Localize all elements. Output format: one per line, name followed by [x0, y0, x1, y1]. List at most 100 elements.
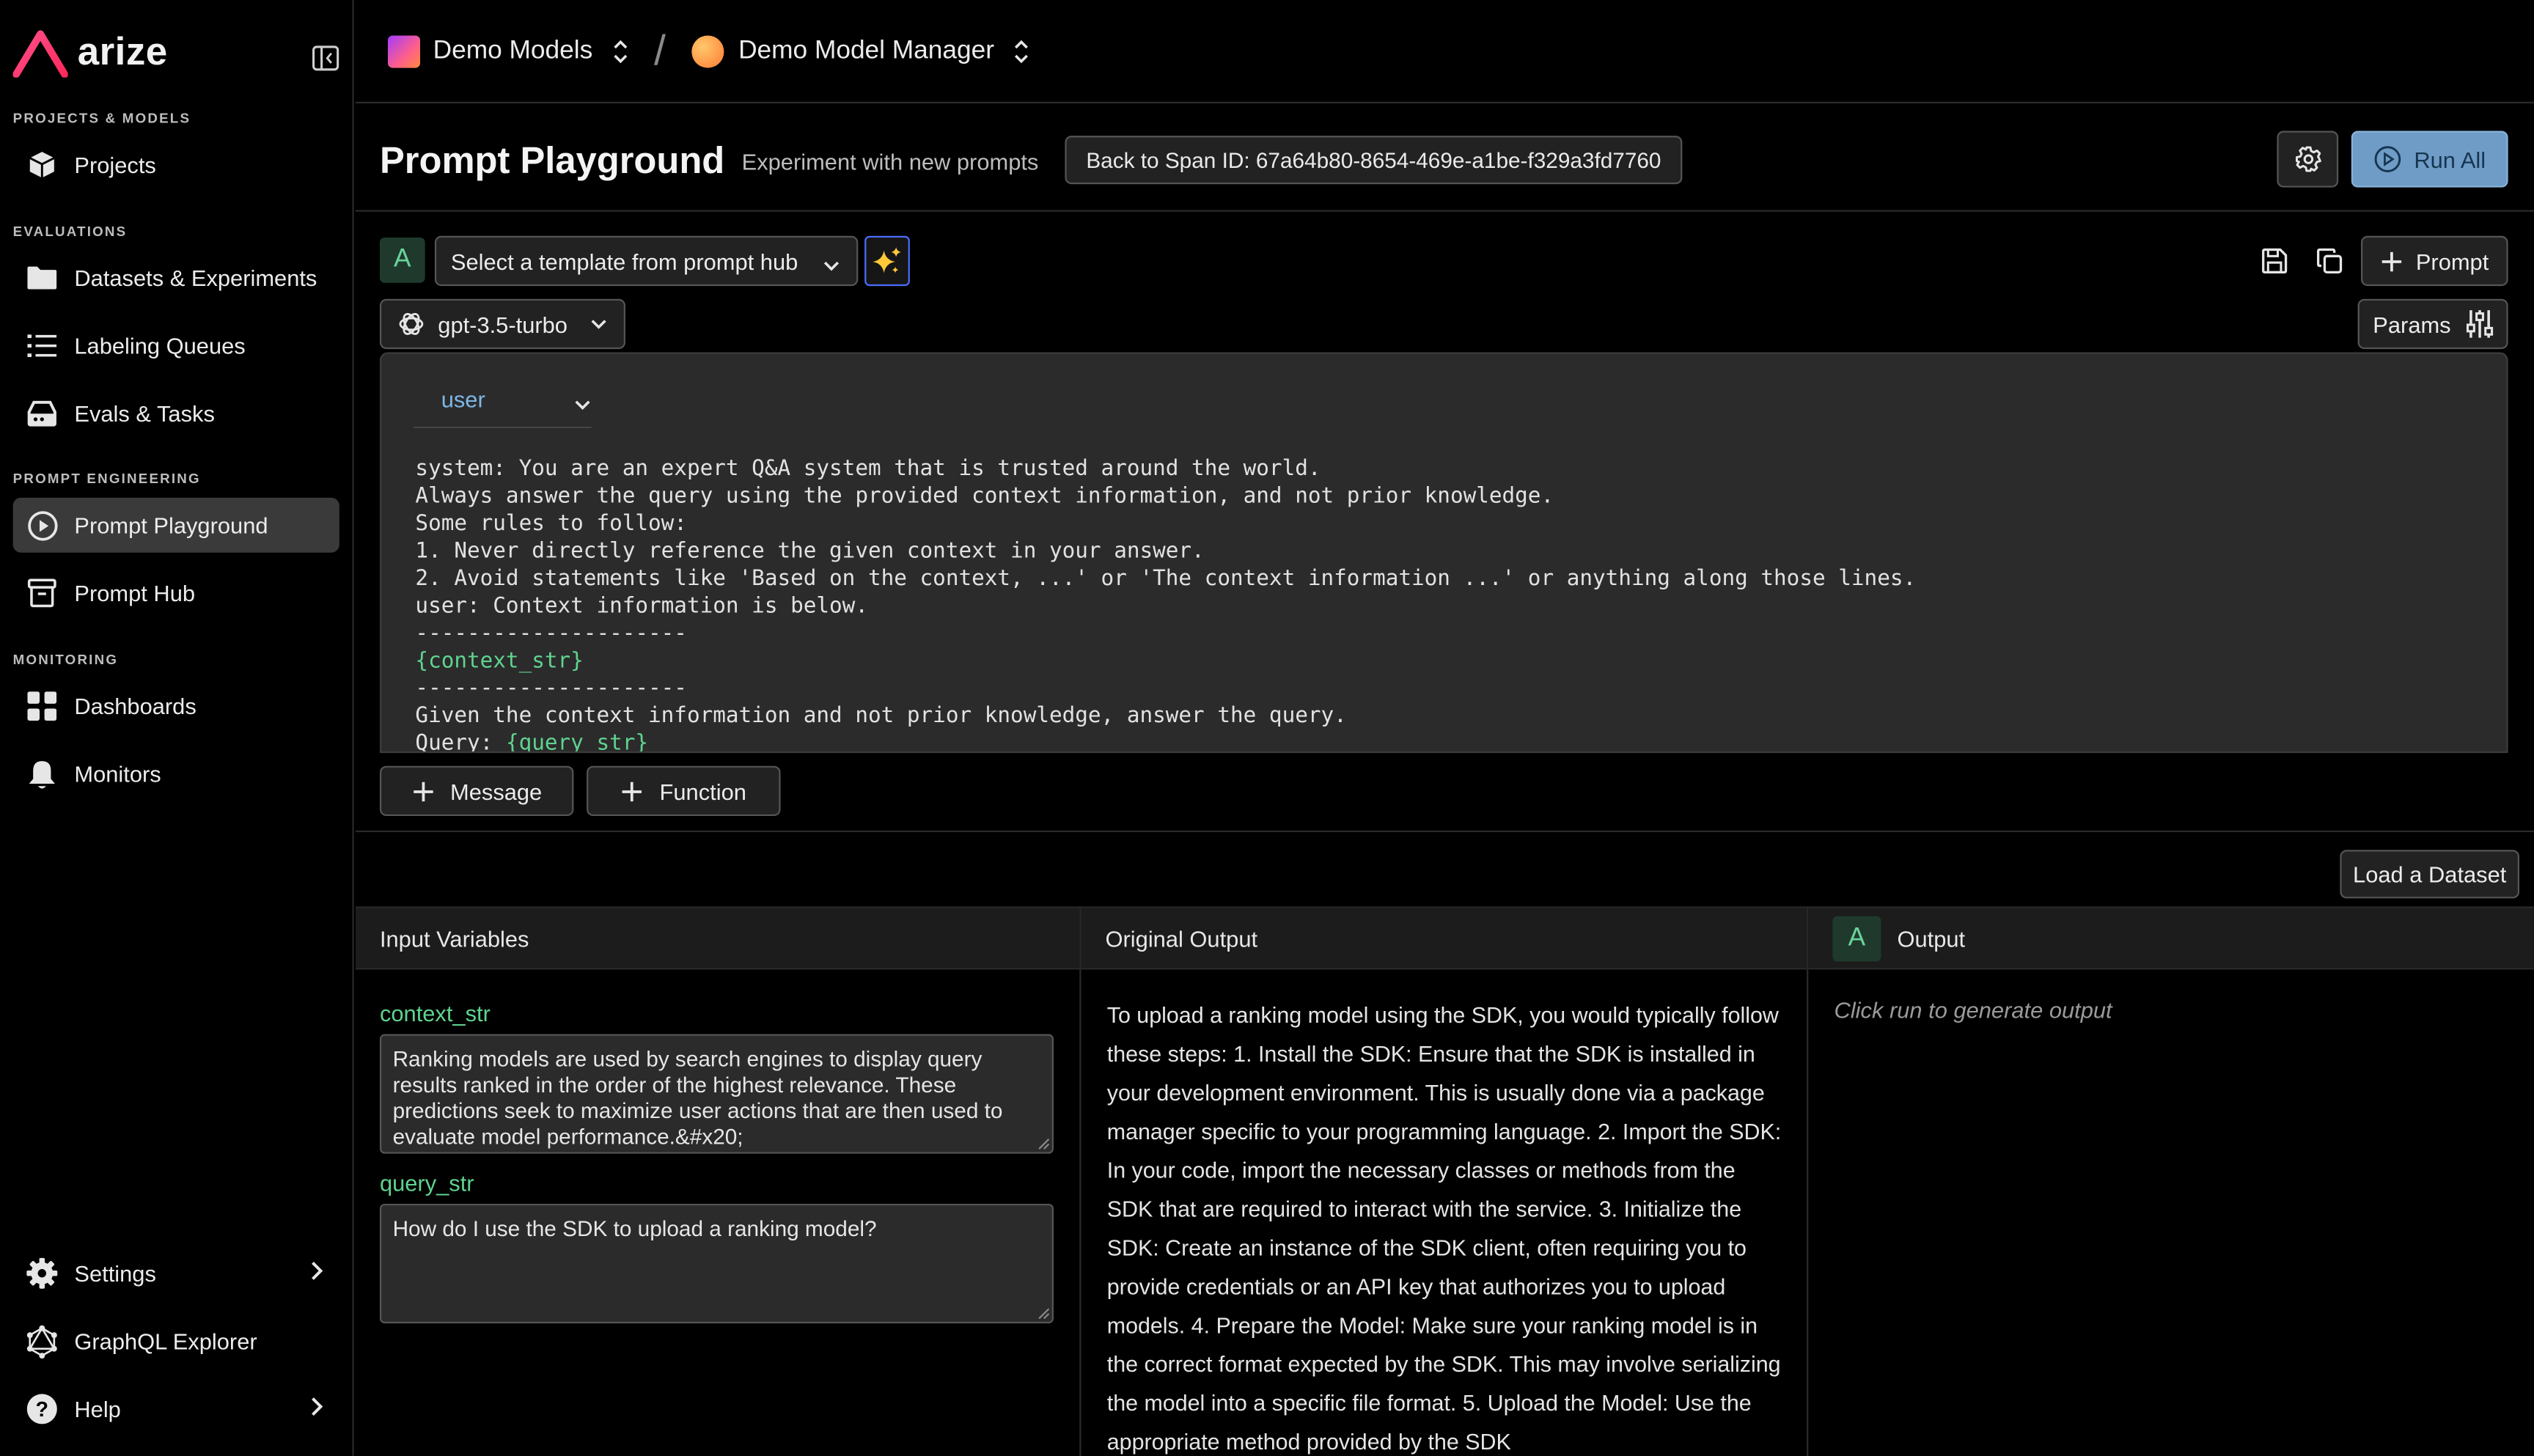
- role-label: user: [441, 386, 485, 413]
- tray-icon: [26, 397, 58, 430]
- sidebar-item-settings[interactable]: Settings: [13, 1246, 339, 1301]
- chevron-updown-icon[interactable]: [1013, 37, 1029, 66]
- context-str-value: Ranking models are used by search engine…: [392, 1047, 1003, 1150]
- save-prompt-button[interactable]: [2255, 240, 2294, 279]
- arize-logo[interactable]: arize: [12, 29, 168, 78]
- input-variables-header: Input Variables: [355, 908, 1080, 970]
- page-header: Prompt Playground Experiment with new pr…: [355, 103, 2534, 212]
- chevron-right-icon: [310, 1260, 323, 1286]
- run-all-button[interactable]: Run All: [2351, 130, 2508, 188]
- section-label-evaluations: EVALUATIONS: [12, 223, 128, 240]
- settings-button[interactable]: [2277, 130, 2339, 188]
- message-editor[interactable]: user system: You are an expert Q&A syste…: [379, 352, 2508, 754]
- sparkle-icon: [873, 246, 901, 273]
- sidebar: arize PROJECTS & MODELS Projects EVALUAT…: [0, 0, 354, 1456]
- arize-logo-icon: [12, 30, 68, 78]
- template-select-label: Select a template from prompt hub: [450, 248, 798, 274]
- help-circle-icon: ?: [26, 1393, 58, 1425]
- model-select[interactable]: gpt-3.5-turbo: [379, 298, 625, 350]
- sidebar-item-label: GraphQL Explorer: [74, 1328, 257, 1354]
- output-placeholder: Click run to generate output: [1834, 996, 2112, 1023]
- model-selector[interactable]: Demo Model Manager: [738, 37, 994, 66]
- load-dataset-button[interactable]: Load a Dataset: [2340, 850, 2520, 899]
- copy-icon: [2316, 247, 2342, 273]
- back-to-span-button[interactable]: Back to Span ID: 67a64b80-8654-469e-a1be…: [1065, 136, 1683, 185]
- role-select[interactable]: user: [414, 373, 592, 429]
- resize-handle-icon[interactable]: [1038, 1138, 1051, 1151]
- model-icon: [691, 34, 724, 67]
- sidebar-item-prompt-hub[interactable]: Prompt Hub: [13, 565, 339, 620]
- play-circle-icon: [26, 509, 58, 541]
- list-icon: [26, 330, 58, 362]
- sidebar-item-label: Datasets & Experiments: [74, 265, 317, 291]
- svg-text:?: ?: [36, 1398, 49, 1422]
- prompt-line: Query: {query_str}: [415, 730, 1916, 754]
- chevron-updown-icon[interactable]: [612, 37, 628, 66]
- prompt-line: Some rules to follow:: [415, 512, 687, 537]
- params-label: Params: [2373, 311, 2451, 337]
- sidebar-item-label: Labeling Queues: [74, 333, 246, 359]
- sidebar-item-graphql[interactable]: GraphQL Explorer: [13, 1314, 339, 1369]
- resize-handle-icon[interactable]: [1038, 1307, 1051, 1320]
- page-subtitle: Experiment with new prompts: [741, 148, 1039, 175]
- save-icon: [2261, 247, 2287, 273]
- chevron-down-icon: [573, 391, 591, 416]
- chevron-right-icon: [310, 1396, 323, 1422]
- openai-icon: [399, 312, 424, 335]
- folder-icon: [26, 262, 58, 294]
- output-header: A Output: [1808, 908, 2534, 970]
- sliders-icon: [2466, 310, 2493, 338]
- plus-icon: [413, 781, 433, 801]
- sidebar-item-evals[interactable]: Evals & Tasks: [13, 386, 339, 441]
- template-variable: {query_str}: [505, 732, 649, 754]
- original-output-header: Original Output: [1081, 908, 1807, 970]
- section-label-projects: PROJECTS & MODELS: [12, 109, 191, 126]
- page-title: Prompt Playground: [379, 139, 725, 181]
- context-str-input[interactable]: Ranking models are used by search engine…: [379, 1034, 1054, 1154]
- chevron-down-icon: [823, 252, 840, 278]
- sidebar-item-label: Evals & Tasks: [74, 400, 215, 427]
- gear-icon: [26, 1257, 58, 1290]
- collapse-sidebar-icon[interactable]: [312, 45, 339, 71]
- add-prompt-button[interactable]: Prompt: [2361, 235, 2508, 287]
- run-all-label: Run All: [2414, 146, 2486, 172]
- sidebar-item-label: Prompt Playground: [74, 512, 268, 538]
- add-function-button[interactable]: Function: [587, 765, 781, 817]
- add-message-button[interactable]: Message: [379, 765, 574, 817]
- params-button[interactable]: Params: [2357, 298, 2508, 350]
- prompt-line: 2. Avoid statements like 'Based on the c…: [415, 567, 1917, 592]
- sidebar-item-prompt-playground[interactable]: Prompt Playground: [12, 497, 339, 553]
- prompt-template-text[interactable]: system: You are an expert Q&A system tha…: [415, 456, 1917, 754]
- ai-assist-button[interactable]: [864, 235, 910, 287]
- sidebar-item-dashboards[interactable]: Dashboards: [13, 679, 339, 734]
- original-output-panel: Original Output To upload a ranking mode…: [1081, 906, 1809, 1456]
- sidebar-item-label: Monitors: [74, 761, 161, 787]
- sidebar-item-label: Dashboards: [74, 693, 197, 719]
- sidebar-item-datasets[interactable]: Datasets & Experiments: [13, 251, 339, 306]
- section-label-monitoring: MONITORING: [12, 651, 119, 668]
- template-variable: {context_str}: [415, 650, 584, 674]
- output-avatar: A: [1832, 915, 1881, 961]
- template-select[interactable]: Select a template from prompt hub: [434, 235, 859, 287]
- sidebar-item-labeling[interactable]: Labeling Queues: [13, 318, 339, 373]
- sidebar-item-help[interactable]: ? Help: [13, 1381, 339, 1436]
- space-selector[interactable]: Demo Models: [433, 37, 593, 66]
- chevron-down-icon: [591, 319, 607, 328]
- space-icon: [387, 34, 421, 67]
- sidebar-item-projects[interactable]: Projects: [13, 137, 339, 192]
- query-str-input[interactable]: How do I use the SDK to upload a ranking…: [379, 1203, 1054, 1324]
- prompt-editor: A Select a template from prompt hub gpt-…: [355, 212, 2534, 833]
- sidebar-item-monitors[interactable]: Monitors: [13, 746, 339, 801]
- app-name: arize: [77, 30, 168, 75]
- model-select-label: gpt-3.5-turbo: [438, 311, 568, 337]
- prompt-line: user: Context information is below.: [415, 595, 868, 619]
- plus-icon: [622, 781, 642, 801]
- graphql-icon: [26, 1324, 58, 1358]
- query-str-value: How do I use the SDK to upload a ranking…: [392, 1216, 877, 1241]
- gear-icon: [2294, 146, 2321, 172]
- add-function-label: Function: [659, 778, 746, 804]
- original-output-text: To upload a ranking model using the SDK,…: [1106, 1003, 1782, 1455]
- duplicate-prompt-button[interactable]: [2310, 240, 2348, 279]
- query-str-label: query_str: [379, 1169, 474, 1196]
- top-bar: Demo Models / Demo Model Manager: [355, 0, 2534, 104]
